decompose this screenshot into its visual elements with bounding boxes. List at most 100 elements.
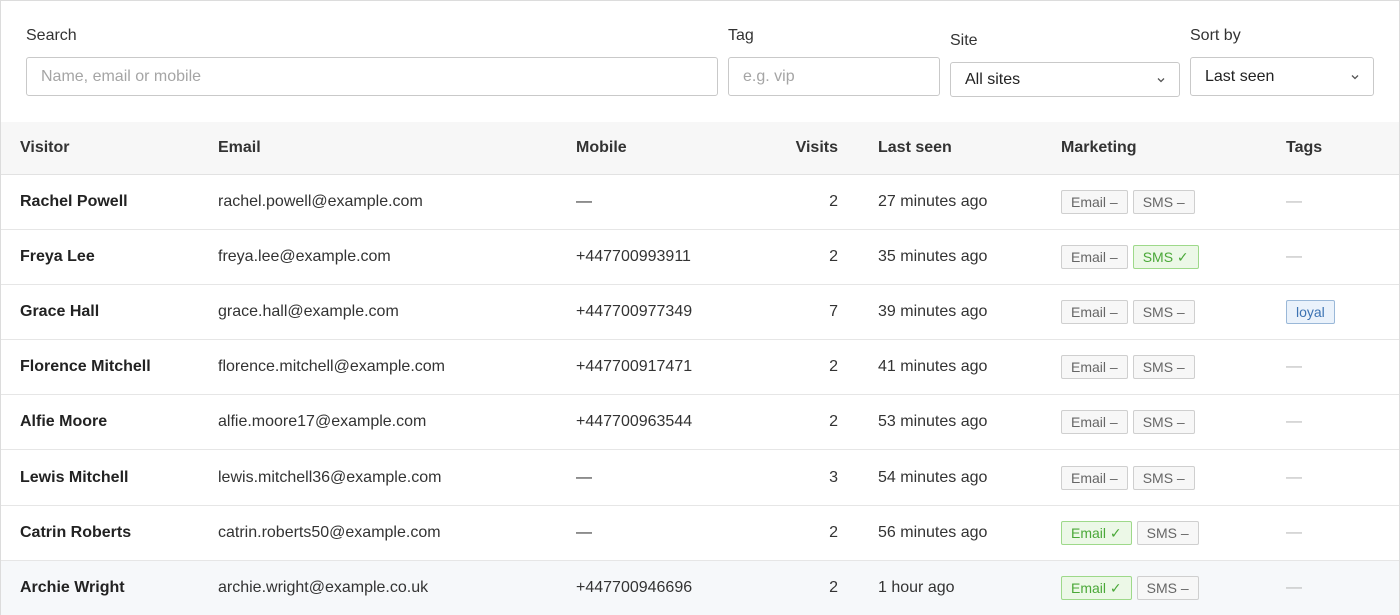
search-filter: Search Name, email or mobile xyxy=(26,0,718,110)
tags-cell: loyal xyxy=(1286,284,1399,339)
last-seen: 53 minutes ago xyxy=(878,413,988,431)
site-select[interactable]: All sites xyxy=(950,62,1180,97)
last-seen: 1 hour ago xyxy=(878,578,955,596)
column-header-last-seen[interactable]: Last seen xyxy=(878,122,1061,175)
visitor-name[interactable]: Florence Mitchell xyxy=(1,340,218,395)
last-seen: 27 minutes ago xyxy=(878,192,988,210)
column-header-visitor[interactable]: Visitor xyxy=(1,122,218,175)
tags-cell: — xyxy=(1286,395,1399,450)
visit-count: 2 xyxy=(829,247,838,265)
tag-badge[interactable]: loyal xyxy=(1286,299,1335,324)
tags-cell: — xyxy=(1286,174,1399,229)
sort-filter: Sort by Last seen xyxy=(1190,0,1374,110)
email-consent-badge: Email – xyxy=(1061,465,1128,490)
visitor-name[interactable]: Catrin Roberts xyxy=(1,505,218,560)
email-consent-badge: Email ✓ xyxy=(1061,520,1132,545)
last-seen: 35 minutes ago xyxy=(878,247,988,265)
email-consent-badge: Email – xyxy=(1061,299,1128,324)
sms-consent-badge: SMS – xyxy=(1132,299,1195,324)
email-consent-badge: Email – xyxy=(1061,410,1128,435)
search-input[interactable]: Name, email or mobile xyxy=(26,57,718,96)
table-row[interactable]: Florence Mitchell florence.mitchell@examp… xyxy=(1,340,1399,395)
tag-placeholder: e.g. vip xyxy=(743,68,795,85)
sms-consent-badge: SMS ✓ xyxy=(1132,244,1199,269)
visitor-name[interactable]: Archie Wright xyxy=(1,560,218,615)
column-header-tags[interactable]: Tags xyxy=(1286,122,1399,175)
column-header-marketing[interactable]: Marketing xyxy=(1061,122,1286,175)
marketing-cell: Email ✓ SMS – xyxy=(1061,505,1286,560)
search-label: Search xyxy=(26,27,77,44)
table-row[interactable]: Grace Hall grace.hall@example.com +4477009… xyxy=(1,284,1399,340)
sms-consent-badge: SMS – xyxy=(1136,575,1199,600)
table-row[interactable]: Archie Wright archie.wright@example.co.uk… xyxy=(1,560,1399,615)
visitors-table: Visitor Email Mobile Visits Last seen Ma… xyxy=(1,122,1399,615)
marketing-cell: Email – SMS – xyxy=(1061,395,1286,450)
marketing-cell: Email – SMS – xyxy=(1061,450,1286,505)
email-consent-badge: Email ✓ xyxy=(1061,575,1132,600)
email-consent-badge: Email – xyxy=(1061,244,1128,269)
sms-consent-badge: SMS – xyxy=(1132,410,1195,435)
visitor-mobile: — xyxy=(576,192,592,210)
visit-count: 2 xyxy=(829,358,838,376)
visitor-mobile: — xyxy=(576,523,592,541)
visitor-mobile: — xyxy=(576,468,592,486)
tags-cell: — xyxy=(1286,229,1399,284)
visitor-email: lewis.mitchell36@example.com xyxy=(218,468,442,486)
marketing-cell: Email – SMS – xyxy=(1061,340,1286,395)
visitor-email: catrin.roberts50@example.com xyxy=(218,523,441,541)
marketing-cell: Email – SMS – xyxy=(1061,284,1286,339)
table-row[interactable]: Lewis Mitchell lewis.mitchell36@example.c… xyxy=(1,450,1399,506)
visitor-mobile: +447700963544 xyxy=(576,413,693,431)
tags-empty: — xyxy=(1286,358,1302,376)
sort-select[interactable]: Last seen xyxy=(1190,57,1374,96)
tags-empty: — xyxy=(1286,247,1302,265)
visitor-email: rachel.powell@example.com xyxy=(218,192,423,210)
search-placeholder: Name, email or mobile xyxy=(41,68,202,85)
column-header-mobile[interactable]: Mobile xyxy=(576,122,776,175)
visitor-name[interactable]: Rachel Powell xyxy=(1,174,218,229)
visitor-mobile: +447700946696 xyxy=(576,578,693,596)
last-seen: 54 minutes ago xyxy=(878,468,988,486)
visitor-mobile: +447700993911 xyxy=(576,247,691,265)
table-header-row: Visitor Email Mobile Visits Last seen Ma… xyxy=(1,122,1399,175)
table-row[interactable]: Rachel Powell rachel.powell@example.com — 2… xyxy=(1,174,1399,230)
chevron-down-icon xyxy=(1351,75,1359,80)
sms-consent-badge: SMS – xyxy=(1132,189,1195,214)
visitor-name[interactable]: Freya Lee xyxy=(1,229,218,284)
column-header-email[interactable]: Email xyxy=(218,122,576,175)
last-seen: 41 minutes ago xyxy=(878,358,988,376)
visitor-name[interactable]: Grace Hall xyxy=(1,284,218,339)
visitor-email: grace.hall@example.com xyxy=(218,302,399,320)
tags-empty: — xyxy=(1286,468,1302,486)
visitor-name[interactable]: Alfie Moore xyxy=(1,395,218,450)
site-select-value: All sites xyxy=(965,71,1021,88)
site-filter: Site All sites xyxy=(950,0,1180,110)
tags-cell: — xyxy=(1286,560,1399,615)
tags-empty: — xyxy=(1286,523,1302,541)
sms-consent-badge: SMS – xyxy=(1136,520,1199,545)
visit-count: 3 xyxy=(829,468,838,486)
visitor-name[interactable]: Lewis Mitchell xyxy=(1,450,218,505)
tags-empty: — xyxy=(1286,578,1302,596)
visitor-mobile: +447700917471 xyxy=(576,358,693,376)
email-consent-badge: Email – xyxy=(1061,355,1128,380)
table-row[interactable]: Catrin Roberts catrin.roberts50@example.c… xyxy=(1,505,1399,561)
visitor-email: freya.lee@example.com xyxy=(218,247,391,265)
email-consent-badge: Email – xyxy=(1061,189,1128,214)
visit-count: 7 xyxy=(829,302,838,320)
visit-count: 2 xyxy=(829,192,838,210)
column-header-visits[interactable]: Visits xyxy=(776,122,878,175)
sms-consent-badge: SMS – xyxy=(1132,465,1195,490)
table-row[interactable]: Freya Lee freya.lee@example.com +447700993… xyxy=(1,229,1399,285)
last-seen: 39 minutes ago xyxy=(878,302,988,320)
chevron-down-icon xyxy=(1157,78,1165,83)
marketing-cell: Email – SMS – xyxy=(1061,174,1286,229)
tag-input[interactable]: e.g. vip xyxy=(728,57,940,96)
visitor-mobile: +447700977349 xyxy=(576,302,693,320)
tags-empty: — xyxy=(1286,413,1302,431)
table-row[interactable]: Alfie Moore alfie.moore17@example.com +447… xyxy=(1,395,1399,450)
sort-select-value: Last seen xyxy=(1205,68,1275,85)
visit-count: 2 xyxy=(829,523,838,541)
visit-count: 2 xyxy=(829,578,838,596)
visitor-email: florence.mitchell@example.com xyxy=(218,358,445,376)
